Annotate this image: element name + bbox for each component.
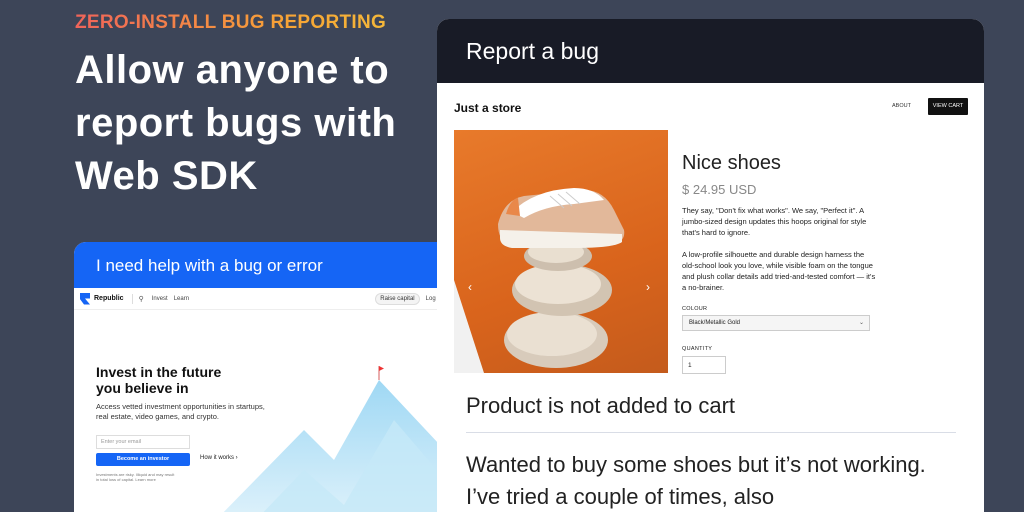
bug-report-card: Report a bug Just a store ABOUT VIEW CAR… [437,19,984,512]
how-it-works-link[interactable]: How it works › [200,455,238,461]
republic-navbar: Republic ⚲ Invest Learn Raise capital Lo… [74,288,454,310]
colour-label: COLOUR [682,306,708,312]
prev-image-arrow-icon[interactable]: ‹ [468,280,472,294]
store-name[interactable]: Just a store [454,101,521,115]
product-price: $ 24.95 USD [682,182,757,197]
product-description: They say, "Don't fix what works". We say… [682,205,878,293]
colour-select[interactable]: Black/Metallic Gold ⌄ [682,315,870,331]
bug-report-title[interactable]: Product is not added to cart [466,393,735,419]
store-navbar: Just a store ABOUT VIEW CART [437,83,984,129]
product-description-1: They say, "Don't fix what works". We say… [682,206,867,237]
republic-hero: Invest in the future you believe in Acce… [74,310,454,512]
republic-logo-icon [80,292,90,305]
search-icon[interactable]: ⚲ [139,295,144,303]
nav-divider [131,293,133,304]
eyebrow-label: ZERO-INSTALL BUG REPORTING [75,12,387,33]
disclaimer-text: Investments are risky. Illiquid and may … [96,472,175,482]
product-title: Nice shoes [682,152,781,174]
about-link[interactable]: ABOUT [892,103,911,109]
help-card-header: I need help with a bug or error [74,242,454,288]
next-image-arrow-icon[interactable]: › [646,280,650,294]
help-card: I need help with a bug or error Republic… [74,242,454,512]
raise-capital-button[interactable]: Raise capital [375,292,420,305]
quantity-label: QUANTITY [682,346,713,352]
quantity-input[interactable]: 1 [682,356,726,374]
headline: Allow anyone to report bugs with Web SDK [75,48,397,198]
view-cart-button[interactable]: VIEW CART [928,98,968,115]
republic-title: Invest in the future you believe in [96,364,222,396]
bug-report-description[interactable]: Wanted to buy some shoes but it’s not wo… [466,449,956,512]
product-image: ‹ › [454,130,668,373]
nav-link-learn[interactable]: Learn [174,296,189,302]
chevron-down-icon: ⌄ [858,320,864,326]
product-description-2: A low-profile silhouette and durable des… [682,250,876,292]
republic-subtitle: Access vetted investment opportunities i… [96,402,265,421]
bug-report-divider [466,432,956,433]
become-investor-button[interactable]: Become an investor [96,453,190,466]
bug-report-header: Report a bug [437,19,984,83]
colour-select-value: Black/Metallic Gold [689,320,741,326]
email-input[interactable]: Enter your email [96,435,190,449]
republic-brand[interactable]: Republic [94,295,124,302]
shoe-illustration [454,188,625,373]
nav-link-invest[interactable]: Invest [152,296,168,302]
